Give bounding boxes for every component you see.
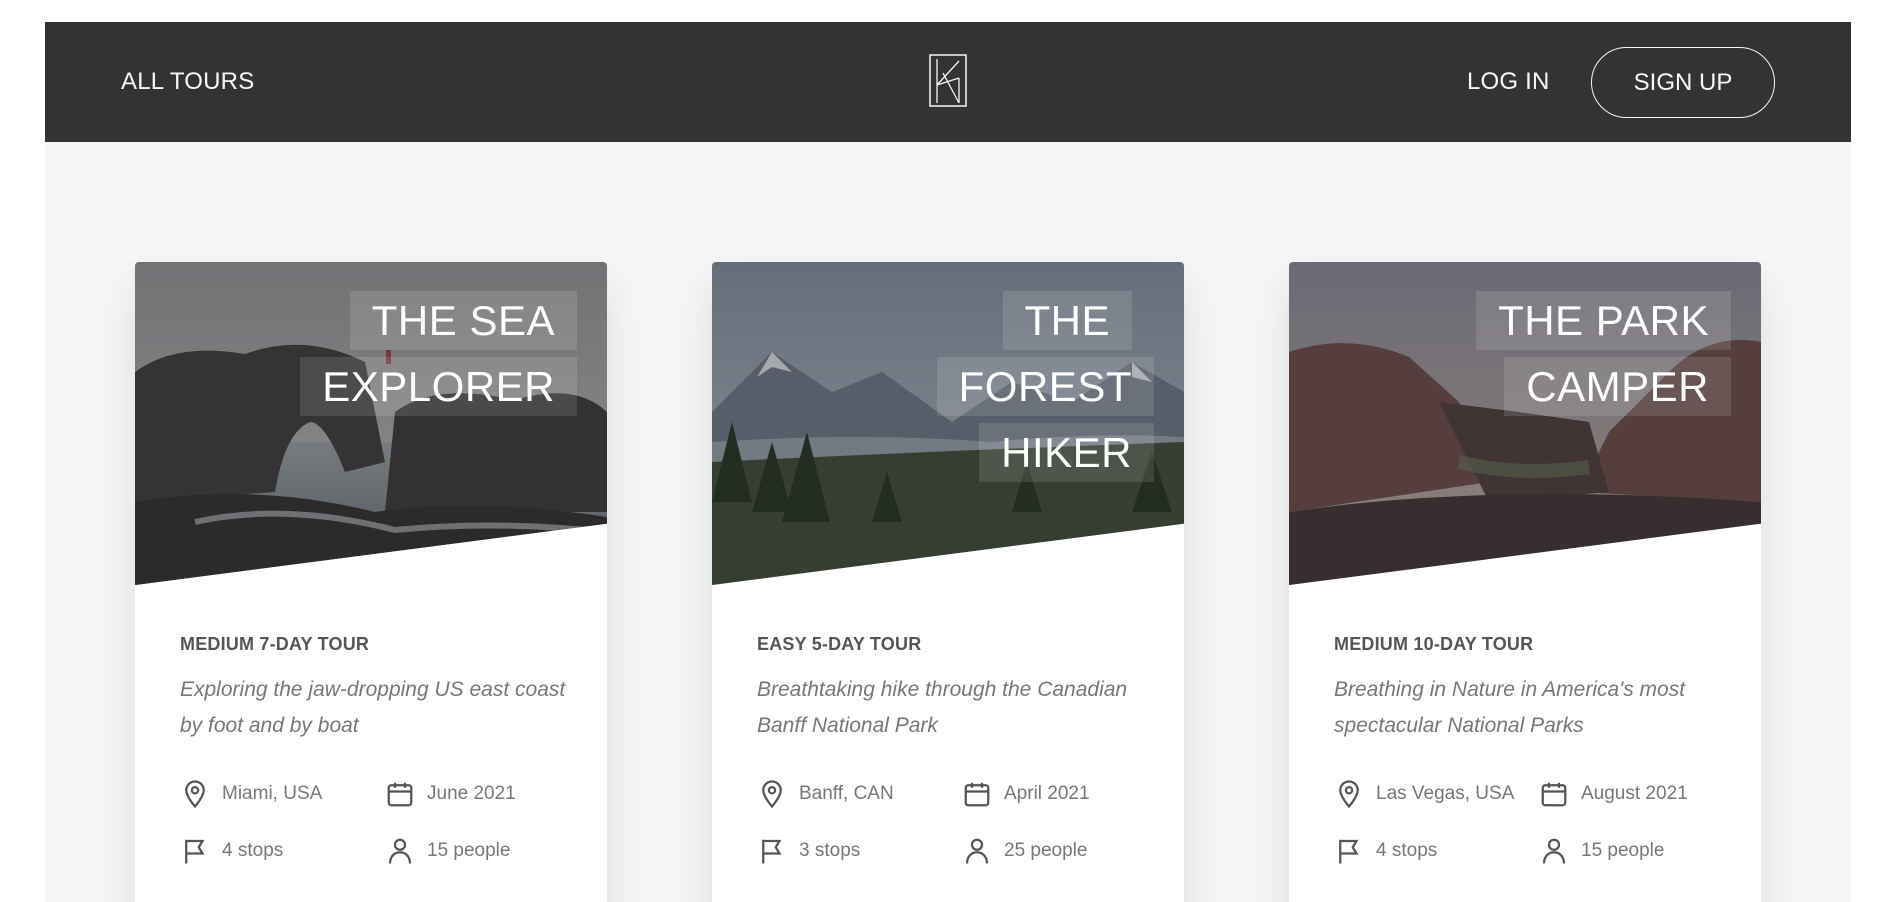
flag-icon [762, 839, 782, 864]
tour-location: Miami, USA [180, 779, 322, 809]
card-header: THE SEA EXPLORER [135, 262, 607, 585]
calendar-icon [1541, 782, 1567, 807]
calendar-icon [387, 782, 413, 807]
tour-difficulty-duration: EASY 5-DAY TOUR [757, 634, 922, 654]
people-text: 15 people [427, 840, 511, 861]
tour-stops: 4 stops [180, 836, 283, 866]
tour-difficulty-duration: MEDIUM 10-DAY TOUR [1334, 634, 1534, 654]
date-text: August 2021 [1581, 783, 1688, 804]
logo-icon[interactable] [928, 53, 968, 108]
stops-text: 4 stops [1376, 840, 1438, 861]
tour-people: 15 people [385, 836, 510, 866]
tour-summary: Breathtaking hike through the Canadian B… [757, 678, 1128, 737]
flag-icon [1339, 839, 1359, 864]
tour-location: Las Vegas, USA [1334, 779, 1514, 809]
all-tours-link[interactable]: ALL TOURS [121, 68, 254, 96]
tour-title: THE PARK CAMPER [1431, 288, 1731, 420]
page-frame: ALL TOURS LOG IN SIGN UP THE SEA EXPLORE… [45, 22, 1851, 902]
tour-location: Banff, CAN [757, 779, 894, 809]
user-icon [1542, 838, 1566, 864]
location-text: Banff, CAN [799, 783, 894, 804]
people-text: 15 people [1581, 840, 1665, 861]
map-pin-icon [762, 780, 782, 809]
card-header: THE PARK CAMPER [1289, 262, 1761, 585]
stops-text: 3 stops [799, 840, 861, 861]
tour-people: 15 people [1539, 836, 1664, 866]
stops-text: 4 stops [222, 840, 284, 861]
map-pin-icon [185, 780, 205, 809]
tour-summary: Exploring the jaw-dropping US east coast… [180, 678, 566, 737]
date-text: April 2021 [1004, 783, 1090, 804]
tour-card-sea-explorer[interactable]: THE SEA EXPLORER MEDIUM 7-DAY TOUR Explo… [135, 262, 607, 902]
tour-date: August 2021 [1539, 779, 1688, 809]
tour-people: 25 people [962, 836, 1087, 866]
flag-icon [185, 839, 205, 864]
tour-stops: 3 stops [757, 836, 860, 866]
calendar-icon [964, 782, 990, 807]
user-icon [388, 838, 412, 864]
map-pin-icon [1339, 780, 1359, 809]
sign-up-button[interactable]: SIGN UP [1591, 47, 1775, 118]
user-icon [965, 838, 989, 864]
location-text: Miami, USA [222, 783, 323, 804]
tour-title: THE FOREST HIKER [854, 288, 1154, 486]
tour-date: April 2021 [962, 779, 1090, 809]
people-text: 25 people [1004, 840, 1088, 861]
tour-summary: Breathing in Nature in America's most sp… [1334, 678, 1686, 737]
tour-date: June 2021 [385, 779, 516, 809]
date-text: June 2021 [427, 783, 516, 804]
tour-title: THE SEA EXPLORER [277, 288, 577, 420]
tour-card-park-camper[interactable]: THE PARK CAMPER MEDIUM 10-DAY TOUR Breat… [1289, 262, 1761, 902]
card-header: THE FOREST HIKER [712, 262, 1184, 585]
tour-card-forest-hiker[interactable]: THE FOREST HIKER EASY 5-DAY TOUR Breatht… [712, 262, 1184, 902]
tour-stops: 4 stops [1334, 836, 1437, 866]
tour-difficulty-duration: MEDIUM 7-DAY TOUR [180, 634, 370, 654]
location-text: Las Vegas, USA [1376, 783, 1515, 804]
log-in-link[interactable]: LOG IN [1467, 68, 1550, 96]
top-navigation: ALL TOURS LOG IN SIGN UP [45, 22, 1851, 142]
